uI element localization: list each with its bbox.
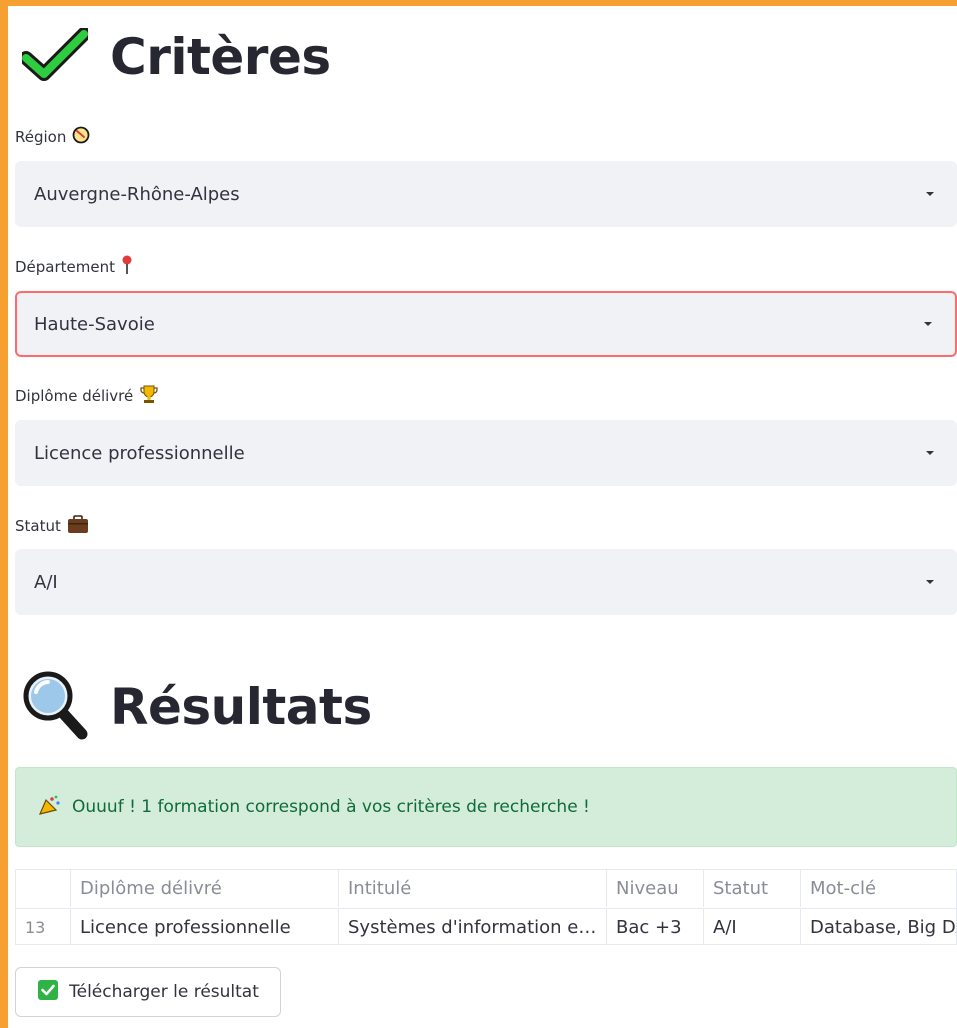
chevron-down-icon (926, 451, 934, 455)
region-select[interactable]: Auvergne-Rhône-Alpes (15, 161, 957, 227)
chevron-down-icon (926, 580, 934, 584)
table-header-cell[interactable]: Diplôme délivré (70, 870, 338, 907)
diplome-select[interactable]: Licence professionnelle (15, 420, 957, 486)
party-popper-icon (38, 794, 62, 821)
results-title: Résultats (110, 678, 372, 736)
table-cell: Database, Big DA (800, 909, 956, 944)
region-label: Région (15, 126, 90, 148)
frame-top-border (0, 0, 957, 6)
frame-left-border (0, 0, 8, 1028)
table-header-cell[interactable]: Niveau (606, 870, 703, 907)
table-header-cell[interactable]: Statut (703, 870, 800, 907)
statut-label: Statut (15, 514, 89, 538)
table-row[interactable]: 13 Licence professionnelle Systèmes d'in… (16, 908, 956, 944)
departement-select[interactable]: Haute-Savoie (15, 291, 957, 357)
table-cell: Licence professionnelle (70, 909, 338, 944)
departement-label: Département (15, 255, 133, 279)
criteria-title: Critères (110, 28, 331, 86)
trophy-icon (139, 384, 159, 408)
download-button[interactable]: Télécharger le résultat (15, 967, 281, 1017)
chevron-down-icon (926, 192, 934, 196)
criteria-heading: Critères (19, 27, 331, 86)
briefcase-icon (67, 514, 89, 538)
checkmark-icon (19, 27, 91, 86)
alert-message: Ouuuf ! 1 formation correspond à vos cri… (72, 797, 590, 817)
chevron-down-icon (924, 322, 932, 326)
table-header-row: Diplôme délivré Intitulé Niveau Statut M… (16, 870, 956, 907)
check-box-icon (37, 979, 59, 1006)
table-cell: 13 (25, 918, 46, 937)
table-cell: Bac +3 (606, 909, 703, 944)
table-cell: A/I (703, 909, 800, 944)
diplome-label: Diplôme délivré (15, 384, 159, 408)
results-table: Diplôme délivré Intitulé Niveau Statut M… (15, 869, 957, 945)
pin-icon (121, 255, 133, 279)
results-heading: Résultats (22, 670, 372, 744)
statut-select[interactable]: A/I (15, 549, 957, 615)
table-header-cell[interactable]: Mot-clé (800, 870, 956, 907)
success-alert: Ouuuf ! 1 formation correspond à vos cri… (15, 767, 957, 847)
table-header-cell[interactable] (16, 870, 70, 907)
download-button-label: Télécharger le résultat (69, 982, 259, 1002)
magnifying-glass-icon (22, 670, 88, 744)
compass-icon (72, 126, 90, 148)
table-cell: Systèmes d'information e… (338, 909, 606, 944)
table-header-cell[interactable]: Intitulé (338, 870, 606, 907)
